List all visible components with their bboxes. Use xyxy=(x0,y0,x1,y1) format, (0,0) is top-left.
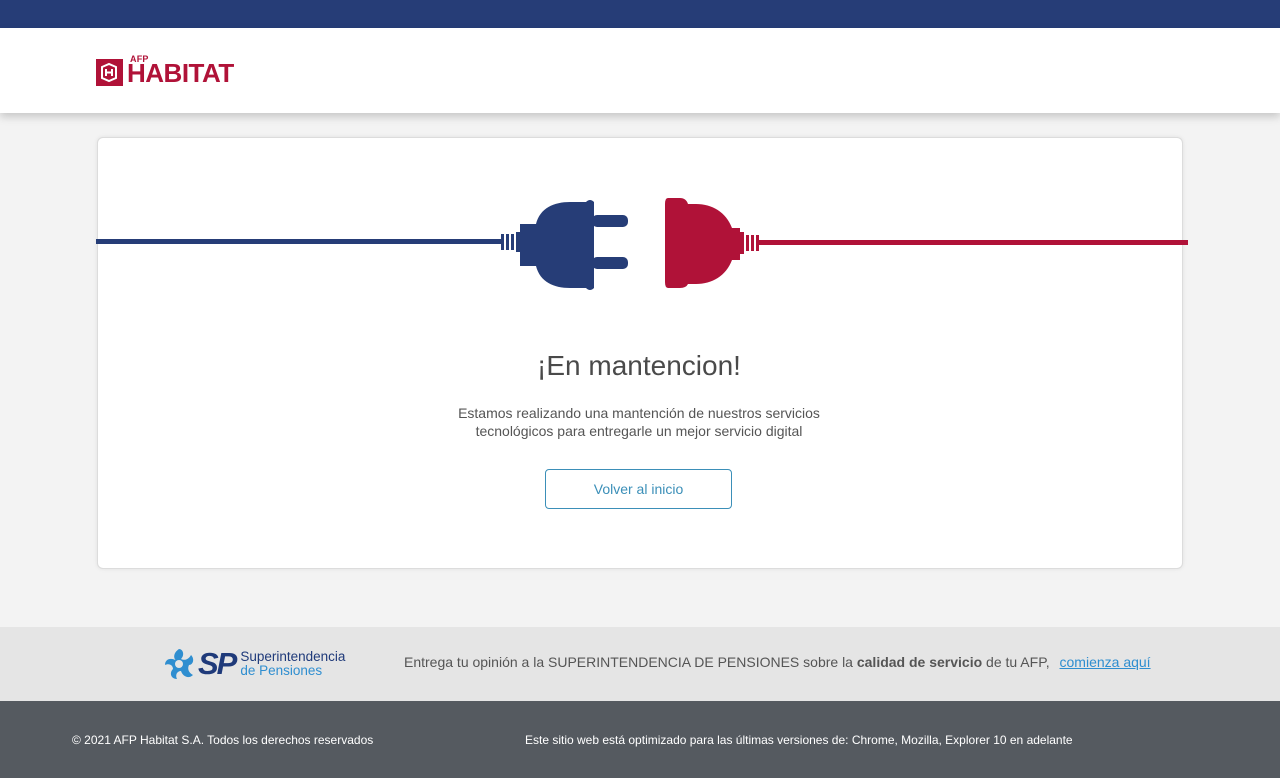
superintendencia-logo[interactable]: SP Superintendencia de Pensiones xyxy=(163,644,345,684)
habitat-emblem-icon xyxy=(96,59,123,86)
opinion-prefix: Entrega tu opinión a la SUPERINTENDENCIA… xyxy=(404,654,857,670)
afp-habitat-logo[interactable]: AFP HABITAT xyxy=(96,54,234,88)
sp-letters: SP xyxy=(198,646,237,681)
left-plug xyxy=(520,200,594,290)
logo-name: HABITAT xyxy=(127,58,234,88)
top-bar xyxy=(0,0,1280,28)
site-header: AFP HABITAT xyxy=(0,28,1280,113)
copyright-text: © 2021 AFP Habitat S.A. Todos los derech… xyxy=(72,733,374,747)
left-plug-prong-bottom xyxy=(592,257,628,269)
sp-line1: Superintendencia xyxy=(240,649,346,664)
comienza-aqui-link[interactable]: comienza aquí xyxy=(1060,654,1151,670)
left-cable xyxy=(96,239,501,244)
footer: © 2021 AFP Habitat S.A. Todos los derech… xyxy=(0,701,1280,778)
superintendencia-star-icon xyxy=(165,649,194,679)
left-plug-prong-top xyxy=(592,215,628,227)
opinion-text: Entrega tu opinión a la SUPERINTENDENCIA… xyxy=(404,654,1151,670)
page-title: ¡En mantencion! xyxy=(537,350,741,381)
maintenance-message: Estamos realizando una mantención de nue… xyxy=(458,405,820,439)
sp-line2: de Pensiones xyxy=(240,663,323,678)
browser-support-text: Este sitio web está optimizado para las … xyxy=(525,733,1073,747)
superintendencia-banner: SP Superintendencia de Pensiones Entrega… xyxy=(0,627,1280,701)
unplugged-power-cable-icon xyxy=(96,198,1188,290)
opinion-suffix: de tu AFP, xyxy=(982,654,1050,670)
right-cable xyxy=(759,240,1188,245)
right-socket xyxy=(665,198,740,288)
opinion-bold: calidad de servicio xyxy=(856,654,983,670)
back-to-home-button[interactable]: Volver al inicio xyxy=(545,469,732,509)
